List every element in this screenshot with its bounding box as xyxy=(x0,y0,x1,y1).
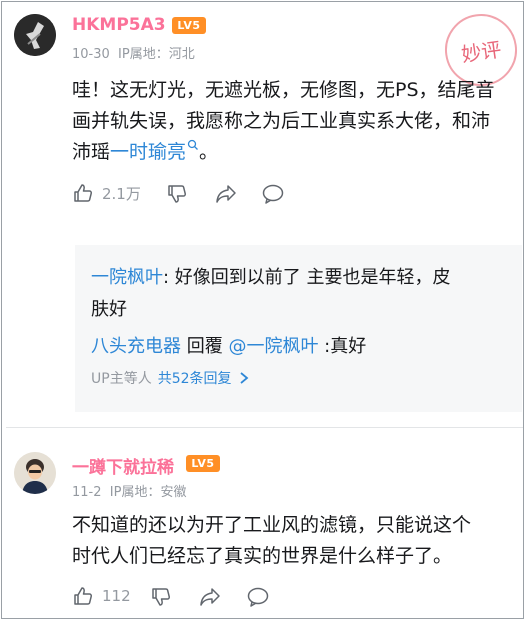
like-count: 2.1万 xyxy=(102,184,141,203)
share-icon xyxy=(216,185,236,203)
reply-verb: 回覆 xyxy=(181,336,229,357)
level-badge: LV5 xyxy=(172,17,206,34)
comment-bubble-icon xyxy=(262,184,284,204)
search-link[interactable]: 一时瑜亮 xyxy=(110,139,199,163)
share-button[interactable] xyxy=(214,183,238,205)
sub-reply: 八头充电器 回覆 @一院枫叶 :真好 xyxy=(91,332,366,362)
thumbs-up-icon xyxy=(74,587,93,605)
comment-bubble-icon xyxy=(247,587,269,607)
reply-button[interactable] xyxy=(246,586,270,608)
reply-text: : 好像回到以前了 主要也是年轻，皮 xyxy=(163,267,451,288)
username[interactable]: 一蹲下就拉稀 xyxy=(72,453,174,478)
more-replies-prefix: UP主等人 xyxy=(91,371,152,387)
mention-link[interactable]: @一院枫叶 xyxy=(228,336,318,357)
comment-meta: 10-30 IP属地：河北 xyxy=(72,43,195,62)
chevron-right-icon xyxy=(239,372,248,384)
search-icon xyxy=(187,139,198,150)
level-badge: LV5 xyxy=(186,455,220,472)
avatar[interactable] xyxy=(14,452,56,494)
sub-replies: 一院枫叶: 好像回到以前了 主要也是年轻，皮 肤好 八头充电器 回覆 @一院枫叶… xyxy=(75,245,522,412)
reply-text: :真好 xyxy=(318,336,367,357)
thumbs-down-icon xyxy=(168,185,187,203)
avatar[interactable] xyxy=(14,14,56,56)
comment-date: 10-30 xyxy=(72,47,110,62)
reply-username[interactable]: 八头充电器 xyxy=(91,336,181,357)
comment-divider xyxy=(6,427,523,428)
dislike-button[interactable] xyxy=(150,586,172,608)
comment-panel: HKMP5A3 LV5 10-30 IP属地：河北 妙评 哇！这无灯光，无遮光板… xyxy=(1,1,524,619)
ip-location: IP属地：河北 xyxy=(118,47,195,62)
search-link-label: 一时瑜亮 xyxy=(110,141,187,163)
comment-date: 11-2 xyxy=(72,485,102,500)
sub-reply: 一院枫叶: 好像回到以前了 主要也是年轻，皮 xyxy=(91,263,451,293)
share-button[interactable] xyxy=(198,586,222,608)
comment-line: 沛瑶一时瑜亮。 xyxy=(72,137,517,168)
sub-reply-continued: 肤好 xyxy=(91,299,127,320)
like-button[interactable]: 2.1万 xyxy=(72,182,141,204)
thumbs-down-icon xyxy=(152,588,171,606)
like-count: 112 xyxy=(102,587,131,605)
comment-line: 画并轨失误，我愿称之为后工业真实系大佬，和沛 xyxy=(72,110,491,132)
comment-text: 。 xyxy=(199,141,219,163)
view-more-replies[interactable]: UP主等人 共52条回复 xyxy=(91,368,250,388)
comment-content: 不知道的还以为开了工业风的滤镜，只能说这个 时代人们已经忘了真实的世界是什么样子… xyxy=(72,510,517,572)
comment-text: 沛瑶 xyxy=(72,141,111,163)
more-replies-count: 共52条回复 xyxy=(157,371,232,387)
dislike-button[interactable] xyxy=(166,183,188,205)
comment-line: 时代人们已经忘了真实的世界是什么样子了。 xyxy=(72,545,453,567)
comment-content: 哇！这无灯光，无遮光板，无修图，无PS，结尾音 画并轨失误，我愿称之为后工业真实… xyxy=(72,75,517,168)
comment-line: 哇！这无灯光，无遮光板，无修图，无PS，结尾音 xyxy=(72,79,495,101)
reply-username[interactable]: 一院枫叶 xyxy=(91,267,163,288)
comment-line: 不知道的还以为开了工业风的滤镜，只能说这个 xyxy=(72,514,472,536)
reply-button[interactable] xyxy=(261,183,285,205)
comment-meta: 11-2 IP属地：安徽 xyxy=(72,481,186,500)
like-button[interactable]: 112 xyxy=(72,585,131,607)
share-icon xyxy=(200,588,220,606)
ip-location: IP属地：安徽 xyxy=(109,485,187,500)
thumbs-up-icon xyxy=(74,184,93,202)
username[interactable]: HKMP5A3 xyxy=(72,15,166,35)
